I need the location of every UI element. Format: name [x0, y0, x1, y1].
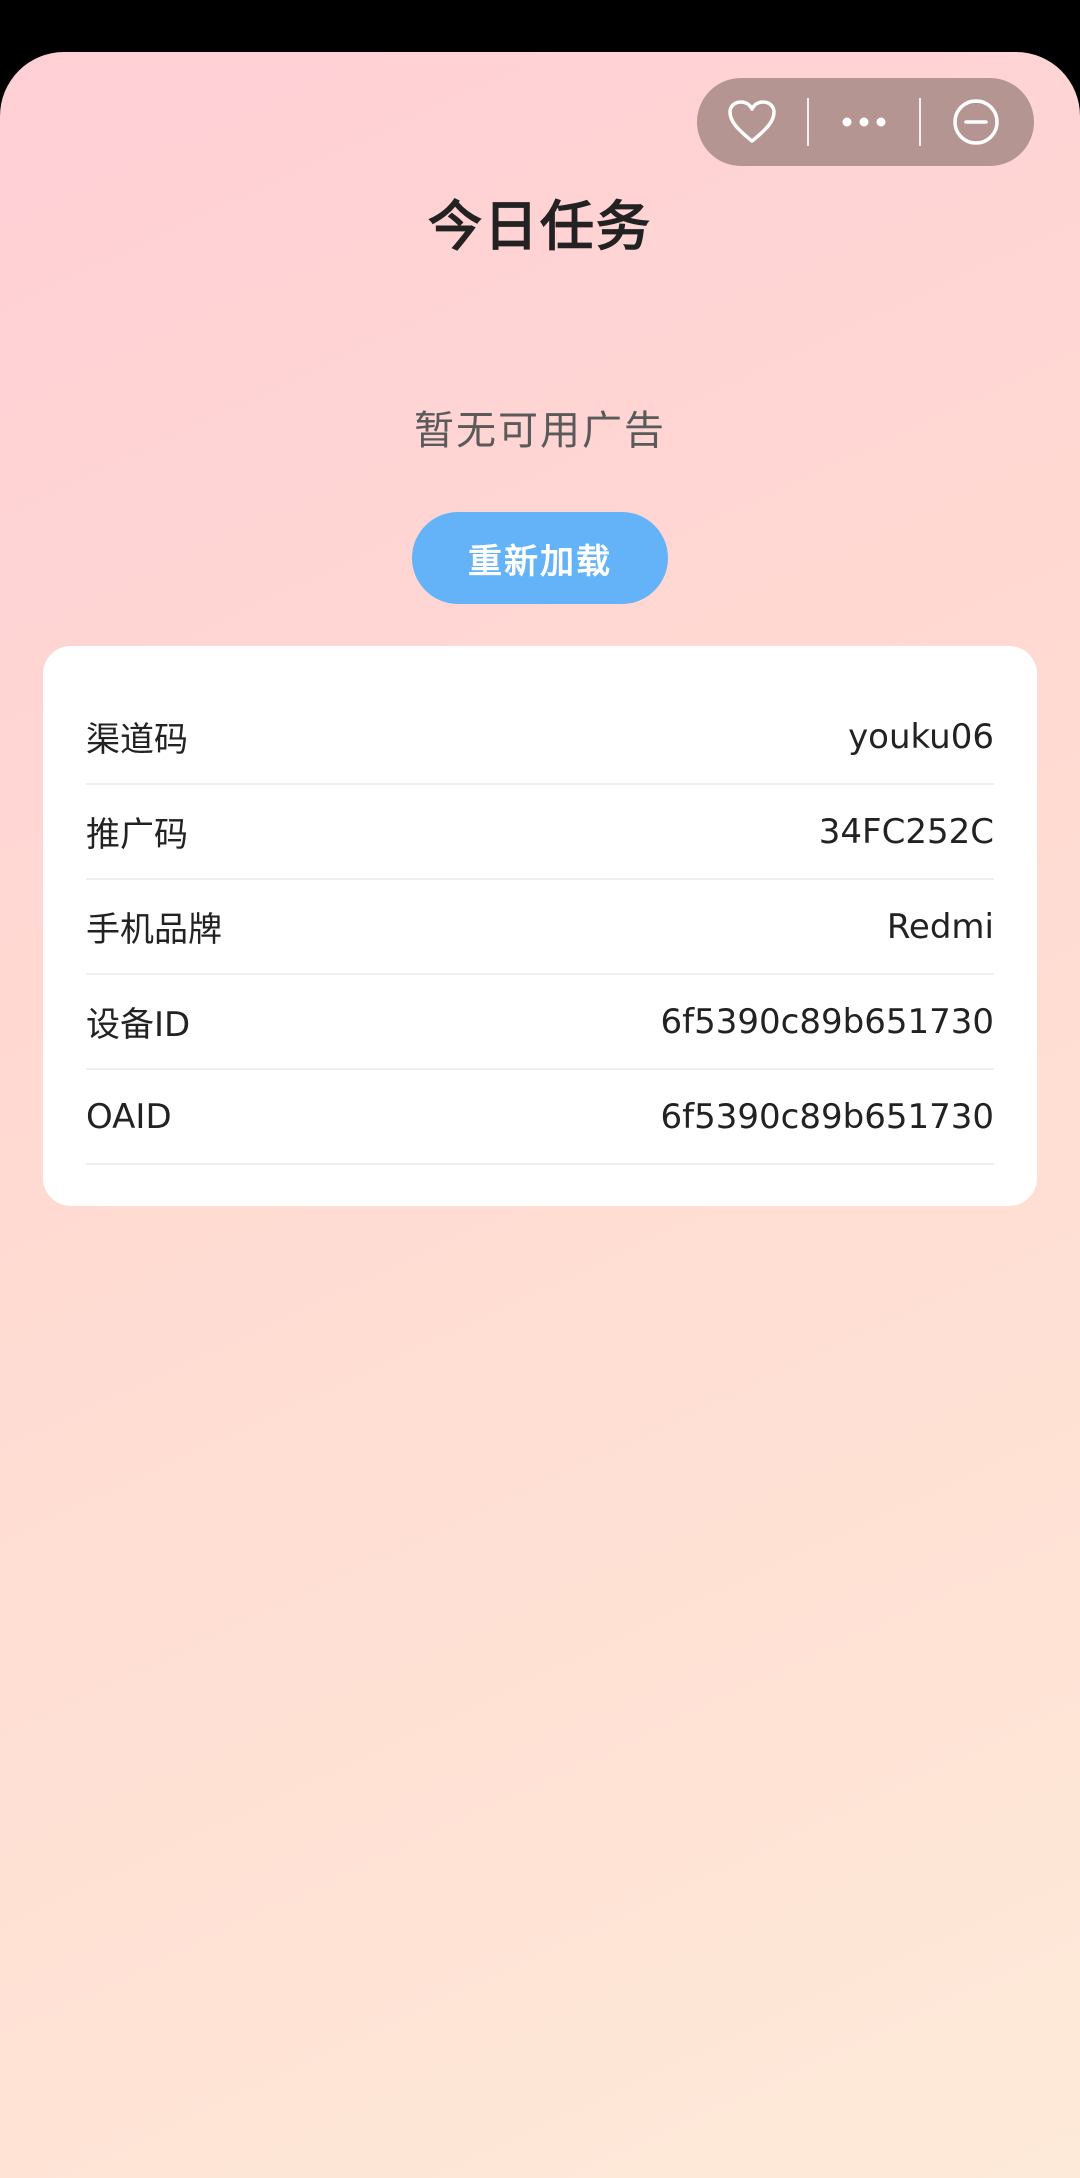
more-button[interactable]: [809, 78, 919, 166]
info-label: 推广码: [86, 815, 188, 855]
more-icon: [842, 117, 886, 127]
info-label: OAID: [86, 1096, 172, 1137]
info-row-promo-code: 推广码 34FC252C: [86, 785, 994, 880]
reload-button[interactable]: 重新加载: [412, 512, 668, 604]
favorite-button[interactable]: [697, 78, 807, 166]
info-row-channel: 渠道码 youku06: [86, 690, 994, 785]
info-label: 手机品牌: [86, 910, 222, 950]
minimize-button[interactable]: [921, 78, 1031, 166]
info-row-device-id: 设备ID 6f5390c89b651730: [86, 975, 994, 1070]
info-value: Redmi: [886, 906, 994, 947]
mini-program-capsule: [697, 78, 1034, 166]
heart-icon: [728, 100, 776, 143]
info-value: 34FC252C: [818, 811, 994, 852]
info-value: 6f5390c89b651730: [660, 1096, 994, 1137]
info-label: 设备ID: [86, 1005, 191, 1045]
info-value: 6f5390c89b651730: [660, 1001, 994, 1042]
empty-message: 暂无可用广告: [414, 408, 666, 454]
info-row-oaid: OAID 6f5390c89b651730: [86, 1070, 994, 1165]
info-label: 渠道码: [86, 720, 188, 760]
minimize-icon: [953, 99, 999, 145]
page-title: 今日任务: [428, 195, 652, 258]
device-info-card: 渠道码 youku06 推广码 34FC252C 手机品牌 Redmi 设备ID…: [43, 646, 1037, 1206]
mini-app-screen: 今日任务 暂无可用广告 重新加载 渠道码 youku06 推广码 34FC252…: [0, 52, 1080, 2178]
info-row-phone-brand: 手机品牌 Redmi: [86, 880, 994, 975]
info-value: youku06: [848, 716, 994, 757]
